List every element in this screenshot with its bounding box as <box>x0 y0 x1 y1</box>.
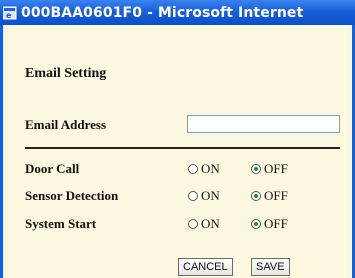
page-title: Email Setting <box>25 66 107 81</box>
cancel-button[interactable]: CANCEL <box>178 258 233 276</box>
system-start-off-option[interactable]: OFF <box>251 216 288 232</box>
system-start-off-radio[interactable] <box>251 219 261 229</box>
email-address-input[interactable] <box>187 115 340 133</box>
sensor-detection-on-option[interactable]: ON <box>188 188 220 204</box>
window-titlebar[interactable]: e 000BAA0601F0 - Microsoft Internet <box>0 0 355 25</box>
settings-panel <box>8 25 347 278</box>
door-call-label: Door Call <box>25 161 80 176</box>
door-call-off-label: OFF <box>264 161 288 176</box>
sensor-detection-on-label: ON <box>201 188 220 203</box>
divider <box>25 147 340 149</box>
door-call-off-option[interactable]: OFF <box>251 161 288 177</box>
sensor-detection-off-option[interactable]: OFF <box>251 188 288 204</box>
sensor-detection-off-label: OFF <box>264 188 288 203</box>
door-call-on-label: ON <box>201 161 220 176</box>
email-address-label: Email Address <box>25 117 107 132</box>
system-start-on-radio[interactable] <box>188 219 198 229</box>
system-start-on-label: ON <box>201 216 220 231</box>
internet-explorer-icon: e <box>2 6 17 20</box>
door-call-on-radio[interactable] <box>188 164 198 174</box>
sensor-detection-label: Sensor Detection <box>25 188 119 203</box>
window-title: 000BAA0601F0 - Microsoft Internet <box>21 4 304 21</box>
system-start-label: System Start <box>25 216 97 231</box>
system-start-on-option[interactable]: ON <box>188 216 220 232</box>
door-call-off-radio[interactable] <box>251 164 261 174</box>
sensor-detection-on-radio[interactable] <box>188 191 198 201</box>
save-button[interactable]: SAVE <box>251 258 290 276</box>
door-call-on-option[interactable]: ON <box>188 161 220 177</box>
svg-text:e: e <box>6 11 12 20</box>
sensor-detection-off-radio[interactable] <box>251 191 261 201</box>
system-start-off-label: OFF <box>264 216 288 231</box>
